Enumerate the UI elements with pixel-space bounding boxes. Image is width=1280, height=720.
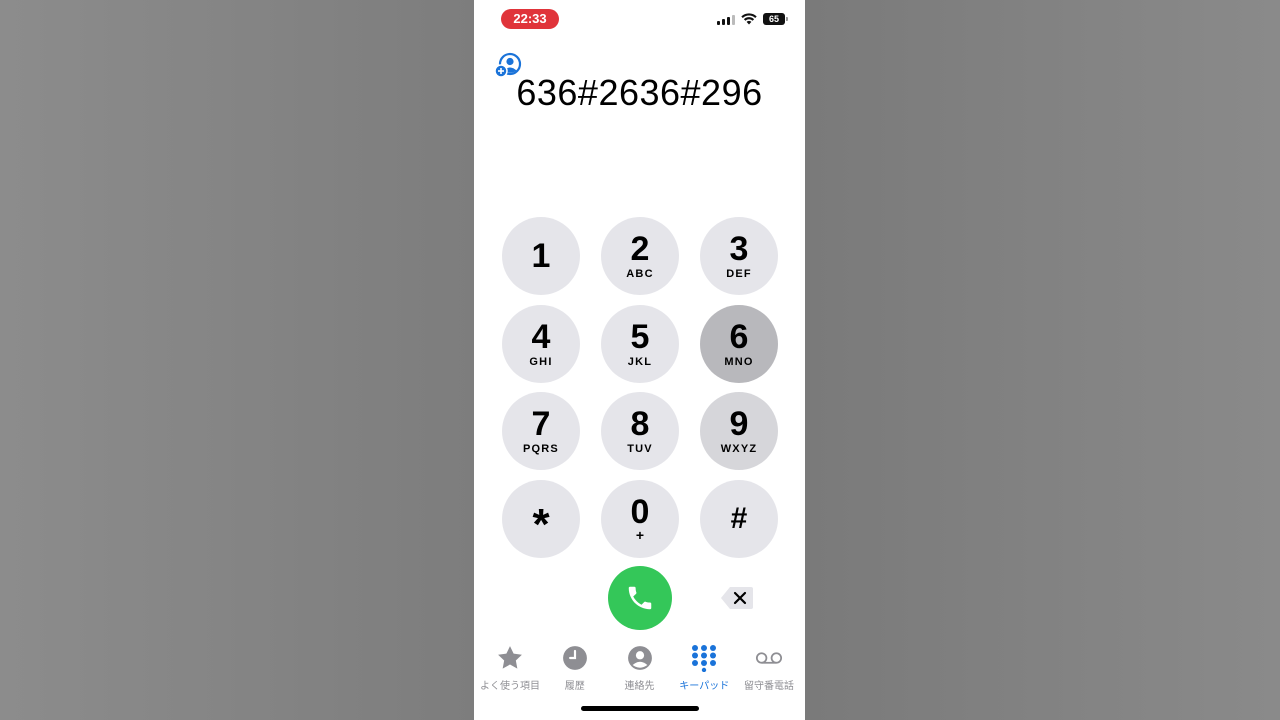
key-digit: # xyxy=(730,501,748,535)
key-digit: 7 xyxy=(531,405,551,443)
key-1[interactable]: 1 xyxy=(502,217,580,295)
key-letters: MNO xyxy=(724,355,754,368)
key-2[interactable]: 2 ABC xyxy=(601,217,679,295)
key-letters: GHI xyxy=(529,355,553,368)
key-4[interactable]: 4 GHI xyxy=(502,304,580,383)
tab-label: よく使う項目 xyxy=(480,681,540,692)
keypad-icon xyxy=(690,644,718,672)
key-star[interactable]: * xyxy=(502,479,580,558)
keypad-grid: 1 2 ABC 3 DEF 4 GHI 5 JKL 6 MNO 7 PQRS 8… xyxy=(502,217,778,558)
key-8[interactable]: 8 TUV xyxy=(601,392,679,470)
tab-recents[interactable]: 履歴 xyxy=(543,644,607,694)
key-5[interactable]: 5 JKL xyxy=(601,304,679,383)
key-9[interactable]: 9 WXYZ xyxy=(700,392,778,470)
key-letters: JKL xyxy=(627,355,653,368)
tab-label: 履歴 xyxy=(564,681,585,692)
key-hash[interactable]: # xyxy=(700,479,778,558)
wifi-icon xyxy=(741,13,757,25)
key-digit: 6 xyxy=(729,317,749,356)
key-digit: 9 xyxy=(729,405,749,443)
call-button[interactable] xyxy=(608,566,672,630)
clock-icon xyxy=(561,644,589,672)
key-letters: TUV xyxy=(627,443,653,455)
key-6[interactable]: 6 MNO xyxy=(700,304,778,383)
voicemail-icon xyxy=(755,644,783,672)
tab-voicemail[interactable]: 留守番電話 xyxy=(737,644,801,694)
background-left xyxy=(0,0,474,720)
key-letters: DEF xyxy=(726,268,752,280)
key-digit: 0 xyxy=(630,492,650,531)
key-0[interactable]: 0 + xyxy=(601,479,679,558)
key-letters: + xyxy=(635,526,645,543)
cellular-signal-icon xyxy=(717,14,735,25)
key-digit: * xyxy=(532,499,550,549)
key-digit: 3 xyxy=(729,230,749,268)
key-digit: 8 xyxy=(630,405,650,443)
status-time[interactable]: 22:33 xyxy=(501,9,559,29)
tab-keypad[interactable]: キーパッド xyxy=(672,644,736,694)
key-3[interactable]: 3 DEF xyxy=(700,217,778,295)
phone-icon xyxy=(628,586,652,610)
tab-label: キーパッド xyxy=(679,681,730,692)
person-icon xyxy=(626,644,654,672)
tab-bar: よく使う項目 履歴 連絡先 キーパッド 留守番電話 xyxy=(474,644,805,694)
home-indicator[interactable] xyxy=(581,706,699,711)
key-7[interactable]: 7 PQRS xyxy=(502,392,580,470)
tab-label: 留守番電話 xyxy=(744,681,794,692)
key-letters: PQRS xyxy=(523,443,559,455)
background-right xyxy=(805,0,1280,720)
key-letters: WXYZ xyxy=(720,443,758,455)
phone-screen: 22:33 65 636#2636#296 1 2 ABC 3 DEF 4 GH… xyxy=(474,0,805,720)
star-icon xyxy=(496,644,524,672)
tab-label: 連絡先 xyxy=(624,681,655,692)
backspace-icon xyxy=(721,587,753,609)
key-digit: 5 xyxy=(630,317,650,356)
delete-button[interactable] xyxy=(720,586,754,610)
key-digit: 4 xyxy=(531,317,551,356)
key-letters: ABC xyxy=(626,268,654,280)
dialed-number: 636#2636#296 xyxy=(516,72,763,113)
key-digit: 1 xyxy=(531,237,551,275)
status-icons: 65 xyxy=(717,13,788,25)
battery-icon: 65 xyxy=(763,13,788,25)
tab-contacts[interactable]: 連絡先 xyxy=(608,644,672,694)
key-digit: 2 xyxy=(630,230,650,268)
tab-favorites[interactable]: よく使う項目 xyxy=(478,644,542,694)
